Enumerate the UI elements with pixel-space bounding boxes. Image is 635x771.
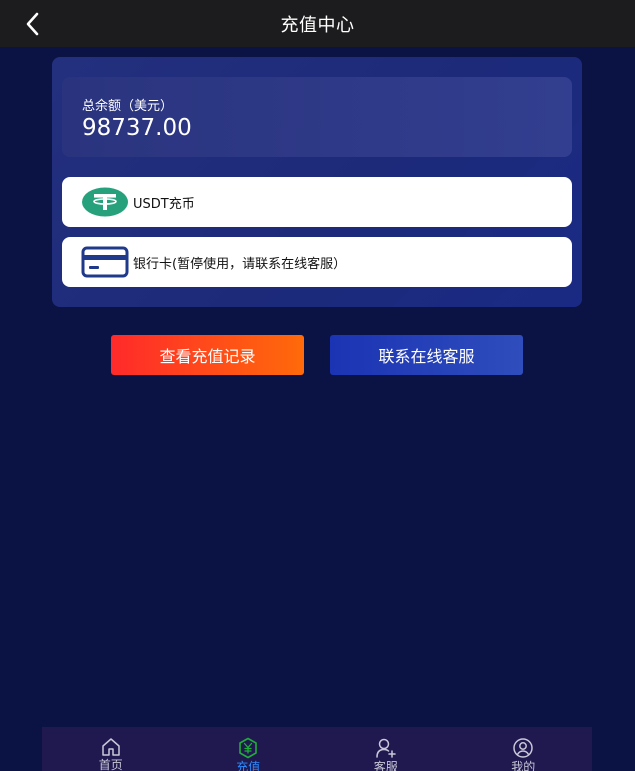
bank-card-method-label: 银行卡(暂停使用，请联系在线客服）	[133, 256, 347, 272]
balance-panel: 总余额（美元） 98737.00	[62, 77, 572, 157]
usdt-method-option[interactable]: USDT充币	[62, 177, 572, 227]
bottom-tab-bar: 首页 充值 客服 我的	[42, 727, 592, 771]
tab-home[interactable]: 首页	[42, 727, 180, 771]
usdt-tether-icon	[81, 186, 129, 218]
yen-hexagon-icon	[237, 737, 259, 759]
bank-card-method-option[interactable]: 银行卡(暂停使用，请联系在线客服）	[62, 237, 572, 287]
recharge-page: 充值中心 总余额（美元） 98737.00 USDT充币 银行卡(暂停使用，请联…	[0, 0, 635, 771]
view-recharge-history-button[interactable]: 查看充值记录	[111, 335, 304, 375]
home-icon	[100, 737, 122, 757]
balance-label: 总余额（美元）	[82, 99, 174, 114]
bank-card-icon	[81, 246, 129, 278]
tab-recharge[interactable]: 充值	[180, 727, 318, 771]
contact-online-service-button[interactable]: 联系在线客服	[330, 335, 523, 375]
top-bar: 充值中心	[0, 0, 635, 47]
chevron-left-icon	[26, 12, 39, 36]
profile-circle-icon	[512, 737, 534, 759]
tab-home-label: 首页	[98, 758, 123, 771]
page-title: 充值中心	[280, 14, 355, 36]
balance-value: 98737.00	[82, 115, 192, 141]
usdt-method-label: USDT充币	[133, 196, 195, 212]
back-button[interactable]	[18, 10, 46, 38]
tab-profile-label: 我的	[511, 760, 536, 771]
tab-customer-service-label: 客服	[373, 760, 398, 771]
tab-profile[interactable]: 我的	[455, 727, 593, 771]
tab-customer-service[interactable]: 客服	[317, 727, 455, 771]
user-add-icon	[375, 737, 397, 759]
recharge-card: 总余额（美元） 98737.00 USDT充币 银行卡(暂停使用，请联系在线客服…	[52, 57, 582, 307]
tab-recharge-label: 充值	[236, 760, 261, 771]
